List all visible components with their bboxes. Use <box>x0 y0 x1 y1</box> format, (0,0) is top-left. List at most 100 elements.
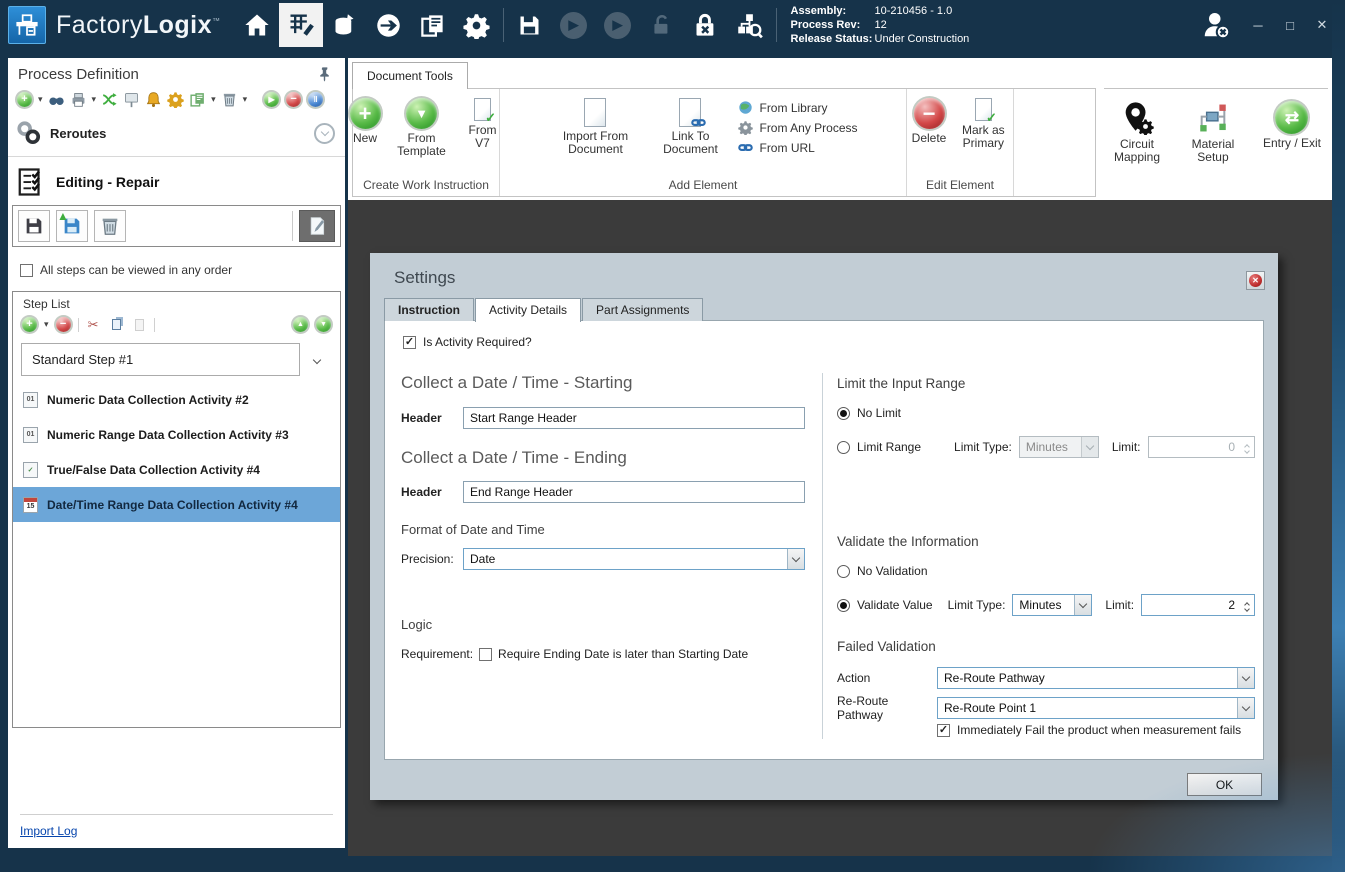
is-activity-required-checkbox[interactable] <box>403 336 416 349</box>
chevron-down-icon[interactable] <box>1237 698 1254 718</box>
dialog-close-button[interactable]: ✕ <box>1246 271 1265 290</box>
back-arrow-icon: ▶ <box>560 12 587 39</box>
circuit-mapping-button[interactable]: Circuit Mapping <box>1106 99 1168 197</box>
requirement-checkbox[interactable] <box>479 648 492 661</box>
immediately-fail-row[interactable]: Immediately Fail the product when measur… <box>937 723 1241 737</box>
entry-exit-button[interactable]: ⇄ Entry / Exit <box>1258 99 1326 197</box>
user-logout-icon[interactable] <box>1193 3 1239 47</box>
step-selector[interactable]: Standard Step #1 <box>21 343 332 376</box>
add-dropdown-icon[interactable]: ▾ <box>38 95 43 104</box>
gear-icon[interactable] <box>167 91 184 108</box>
limit-spinner[interactable]: 2 <box>1141 594 1255 616</box>
bell-icon[interactable] <box>145 91 162 108</box>
settings-gear-icon[interactable] <box>455 3 499 47</box>
documents-icon[interactable] <box>411 3 455 47</box>
transfer-icon[interactable] <box>367 3 411 47</box>
chevron-down-icon[interactable] <box>1074 595 1091 615</box>
any-order-row[interactable]: All steps can be viewed in any order <box>8 247 345 287</box>
expand-down-icon[interactable] <box>314 123 335 144</box>
from-template-button[interactable]: ▼ From Template <box>388 96 456 160</box>
no-limit-row[interactable]: No Limit <box>837 406 901 420</box>
step-list-item[interactable]: 01 Numeric Data Collection Activity #2 <box>13 382 340 417</box>
step-list-item[interactable]: ✓ True/False Data Collection Activity #4 <box>13 452 340 487</box>
tab-activity-details[interactable]: Activity Details <box>475 298 581 322</box>
remove-step-icon[interactable]: − <box>55 316 72 333</box>
add-step-icon[interactable]: + <box>21 316 38 333</box>
from-url-button[interactable]: From URL <box>738 140 857 155</box>
new-button[interactable]: + New <box>345 96 386 147</box>
chevron-down-icon[interactable] <box>787 549 804 569</box>
edit-mode-button[interactable] <box>299 210 335 242</box>
save-step-button[interactable] <box>18 210 50 242</box>
editing-row: Editing - Repair <box>8 157 345 205</box>
sign-icon[interactable] <box>123 91 140 108</box>
validate-value-row[interactable]: Validate Value Limit Type: Minutes Limit… <box>837 594 1255 616</box>
no-validation-row[interactable]: No Validation <box>837 564 928 578</box>
export-icon[interactable] <box>189 91 206 108</box>
trash-icon[interactable] <box>221 91 238 108</box>
start-header-input[interactable]: Start Range Header <box>463 407 805 429</box>
print-icon[interactable] <box>70 91 87 108</box>
end-header-input[interactable]: End Range Header <box>463 481 805 503</box>
find-icon[interactable] <box>48 91 65 108</box>
delete-step-button[interactable] <box>94 210 126 242</box>
step-selector-value[interactable]: Standard Step #1 <box>21 343 300 376</box>
minimize-button[interactable]: ─ <box>1245 18 1271 33</box>
add-icon[interactable]: + <box>16 91 33 108</box>
save-import-button[interactable]: ▲ <box>56 210 88 242</box>
import-data-icon[interactable] <box>323 3 367 47</box>
reroutes-label: Reroutes <box>50 126 106 141</box>
validate-value-radio[interactable] <box>837 599 850 612</box>
limit-range-radio[interactable] <box>837 441 850 454</box>
step-list-item-selected[interactable]: 15 Date/Time Range Data Collection Activ… <box>13 487 340 522</box>
print-dropdown-icon[interactable]: ▾ <box>92 95 97 104</box>
pause-icon[interactable]: ‖ <box>307 91 324 108</box>
add-step-dropdown-icon[interactable]: ▾ <box>44 320 49 329</box>
no-limit-radio[interactable] <box>837 407 850 420</box>
action-select[interactable]: Re-Route Pathway <box>937 667 1255 689</box>
home-icon[interactable] <box>235 3 279 47</box>
link-to-document-button[interactable]: Link To Document <box>652 96 728 158</box>
export-dropdown-icon[interactable]: ▾ <box>211 95 216 104</box>
any-order-checkbox[interactable] <box>20 264 33 277</box>
cut-icon[interactable]: ✂ <box>85 316 102 333</box>
delete-element-button[interactable]: − Delete <box>907 96 952 147</box>
process-designer-icon[interactable] <box>279 3 323 47</box>
no-validation-radio[interactable] <box>837 565 850 578</box>
maximize-button[interactable]: □ <box>1277 18 1303 33</box>
copy-icon[interactable] <box>108 316 125 333</box>
tab-document-tools[interactable]: Document Tools <box>352 62 468 89</box>
immediately-fail-checkbox[interactable] <box>937 724 950 737</box>
mark-as-primary-button[interactable]: ✓ Mark as Primary <box>953 96 1013 152</box>
from-library-button[interactable]: From Library <box>738 100 857 115</box>
from-any-process-button[interactable]: From Any Process <box>738 120 857 135</box>
import-log-link[interactable]: Import Log <box>20 824 77 838</box>
ok-button[interactable]: OK <box>1187 773 1262 796</box>
save-icon[interactable] <box>508 3 552 47</box>
material-setup-button[interactable]: Material Setup <box>1182 99 1244 197</box>
datetime-activity-icon: 15 <box>23 497 38 513</box>
move-down-icon[interactable]: ▼ <box>315 316 332 333</box>
stop-icon[interactable]: − <box>285 91 302 108</box>
step-list-item[interactable]: 01 Numeric Range Data Collection Activit… <box>13 417 340 452</box>
precision-select[interactable]: Date <box>463 548 805 570</box>
trash-dropdown-icon[interactable]: ▾ <box>243 95 248 104</box>
toolbar-divider <box>503 8 504 42</box>
tab-part-assignments[interactable]: Part Assignments <box>582 298 703 321</box>
reroute-icon[interactable] <box>101 91 118 108</box>
process-search-icon[interactable] <box>728 3 772 47</box>
is-activity-required-row[interactable]: Is Activity Required? <box>403 335 532 349</box>
move-up-icon[interactable]: ▲ <box>292 316 309 333</box>
start-icon[interactable]: ▶ <box>263 91 280 108</box>
chevron-down-icon[interactable] <box>1237 668 1254 688</box>
release-status-value: Under Construction <box>875 33 970 45</box>
lock-close-icon[interactable] <box>684 3 728 47</box>
limit-type-select[interactable]: Minutes <box>1012 594 1092 616</box>
tab-instruction[interactable]: Instruction <box>384 298 474 321</box>
pin-icon[interactable] <box>316 66 333 83</box>
limit-range-row[interactable]: Limit Range Limit Type: Minutes Limit: 0 <box>837 436 1255 458</box>
reroutes-row[interactable]: Reroutes <box>8 112 345 157</box>
import-from-document-button[interactable]: Import From Document <box>548 96 642 158</box>
reroute-pathway-select[interactable]: Re-Route Point 1 <box>937 697 1255 719</box>
collect-end-heading: Collect a Date / Time - Ending <box>401 448 627 468</box>
